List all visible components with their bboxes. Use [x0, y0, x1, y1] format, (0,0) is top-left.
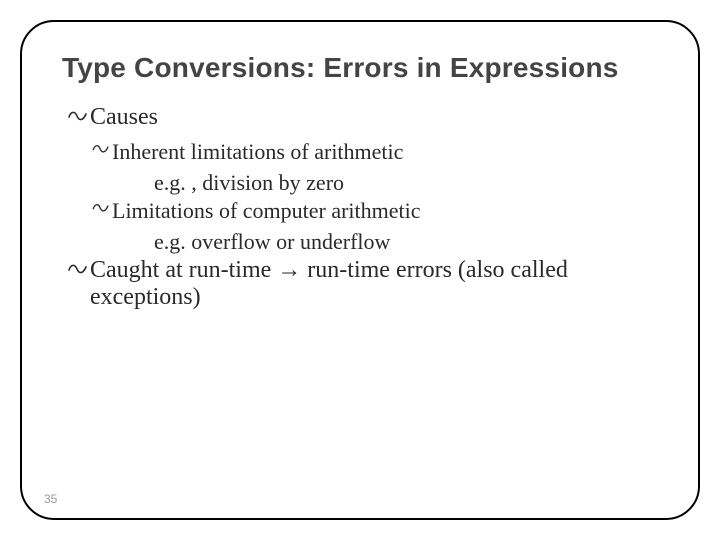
bullet-caught: Caught at run-time → run-time errors (al…: [68, 257, 658, 311]
bullet-inherent: Inherent limitations of arithmetic: [92, 139, 658, 168]
slide-frame: Type Conversions: Errors in Expressions …: [20, 20, 700, 520]
page-number: 35: [44, 492, 57, 506]
bullet-computer: Limitations of computer arithmetic: [92, 198, 658, 227]
example-inherent: e.g. , division by zero: [154, 170, 658, 196]
caught-pre: Caught at run-time: [90, 257, 277, 283]
bullet-text: Limitations of computer arithmetic: [112, 198, 658, 224]
bullet-causes: Causes: [68, 104, 658, 135]
squiggle-icon: [68, 257, 90, 288]
arrow-icon: →: [277, 257, 301, 283]
squiggle-icon: [68, 104, 90, 135]
squiggle-icon: [92, 139, 112, 168]
bullet-text: Causes: [90, 104, 658, 131]
example-computer: e.g. overflow or underflow: [154, 229, 658, 255]
slide-title: Type Conversions: Errors in Expressions: [62, 52, 658, 84]
bullet-text: Caught at run-time → run-time errors (al…: [90, 257, 658, 311]
squiggle-icon: [92, 198, 112, 227]
bullet-text: Inherent limitations of arithmetic: [112, 139, 658, 165]
